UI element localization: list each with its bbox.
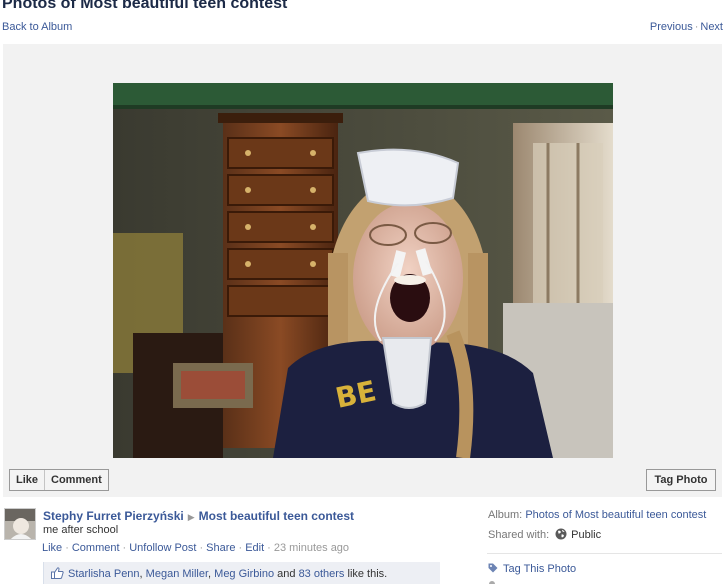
album-link[interactable]: Photos of Most beautiful teen contest — [525, 509, 706, 521]
photo-image: BE — [113, 83, 613, 458]
album-info: Album: Photos of Most beautiful teen con… — [488, 509, 706, 521]
story-like-link[interactable]: Like — [42, 542, 62, 554]
action-separator: · — [122, 542, 127, 554]
previous-link[interactable]: Previous — [650, 21, 693, 33]
timestamp[interactable]: 23 minutes ago — [274, 542, 349, 554]
shared-label: Shared with: — [488, 529, 550, 541]
liker-link[interactable]: Starlisha Penn — [68, 568, 140, 580]
photo-pager: Previous · Next — [650, 21, 723, 33]
album-label: Album: — [488, 509, 523, 521]
unfollow-post-link[interactable]: Unfollow Post — [129, 542, 196, 554]
tag-this-photo-label: Tag This Photo — [503, 563, 577, 575]
story-actions: Like · Comment · Unfollow Post · Share · Edit · 23… — [42, 542, 349, 554]
like-button[interactable]: Like — [10, 470, 44, 490]
page-title: Photos of Most beautiful teen contest — [2, 0, 288, 12]
likes-comma: , — [139, 568, 143, 580]
likes-summary: Starlisha Penn, Megan Miller, Meg Girbin… — [43, 562, 440, 584]
right-arrow-icon: ▶ — [187, 512, 195, 522]
story-comment-link[interactable]: Comment — [72, 542, 120, 554]
story-header: Stephy Furret Pierzyński ▶ Most beautiful … — [43, 509, 354, 523]
action-separator: · — [199, 542, 204, 554]
photo-caption: me after school — [43, 524, 119, 536]
back-to-album-link[interactable]: Back to Album — [2, 21, 72, 33]
action-separator: · — [267, 542, 271, 554]
liker-link[interactable]: Meg Girbino — [214, 568, 274, 580]
likes-and: and — [277, 568, 296, 580]
audience-selector[interactable]: Public — [571, 529, 601, 541]
photo-stage: BE — [3, 44, 722, 497]
comment-button[interactable]: Comment — [44, 470, 108, 490]
avatar[interactable] — [4, 508, 36, 540]
shared-with: Shared with: Public — [488, 528, 601, 543]
sidebar-divider — [487, 553, 722, 554]
share-link[interactable]: Share — [206, 542, 235, 554]
next-link[interactable]: Next — [700, 21, 723, 33]
like-comment-buttons: Like Comment — [9, 469, 109, 491]
action-separator: · — [65, 542, 69, 554]
others-link[interactable]: 83 others — [299, 568, 345, 580]
edit-link[interactable]: Edit — [245, 542, 264, 554]
tag-this-photo-link[interactable]: Tag This Photo — [488, 563, 576, 577]
main-photo[interactable]: BE — [113, 83, 613, 458]
likes-comma: , — [208, 568, 212, 580]
globe-icon — [555, 528, 567, 543]
action-separator: · — [238, 542, 243, 554]
thumbs-up-icon — [51, 567, 64, 582]
tag-icon — [488, 563, 498, 577]
album-target-link[interactable]: Most beautiful teen contest — [199, 509, 354, 523]
avatar-image — [5, 509, 35, 539]
tag-photo-button[interactable]: Tag Photo — [646, 469, 716, 491]
likes-suffix: like this. — [347, 568, 388, 580]
liker-link[interactable]: Megan Miller — [146, 568, 208, 580]
author-link[interactable]: Stephy Furret Pierzyński — [43, 509, 184, 523]
